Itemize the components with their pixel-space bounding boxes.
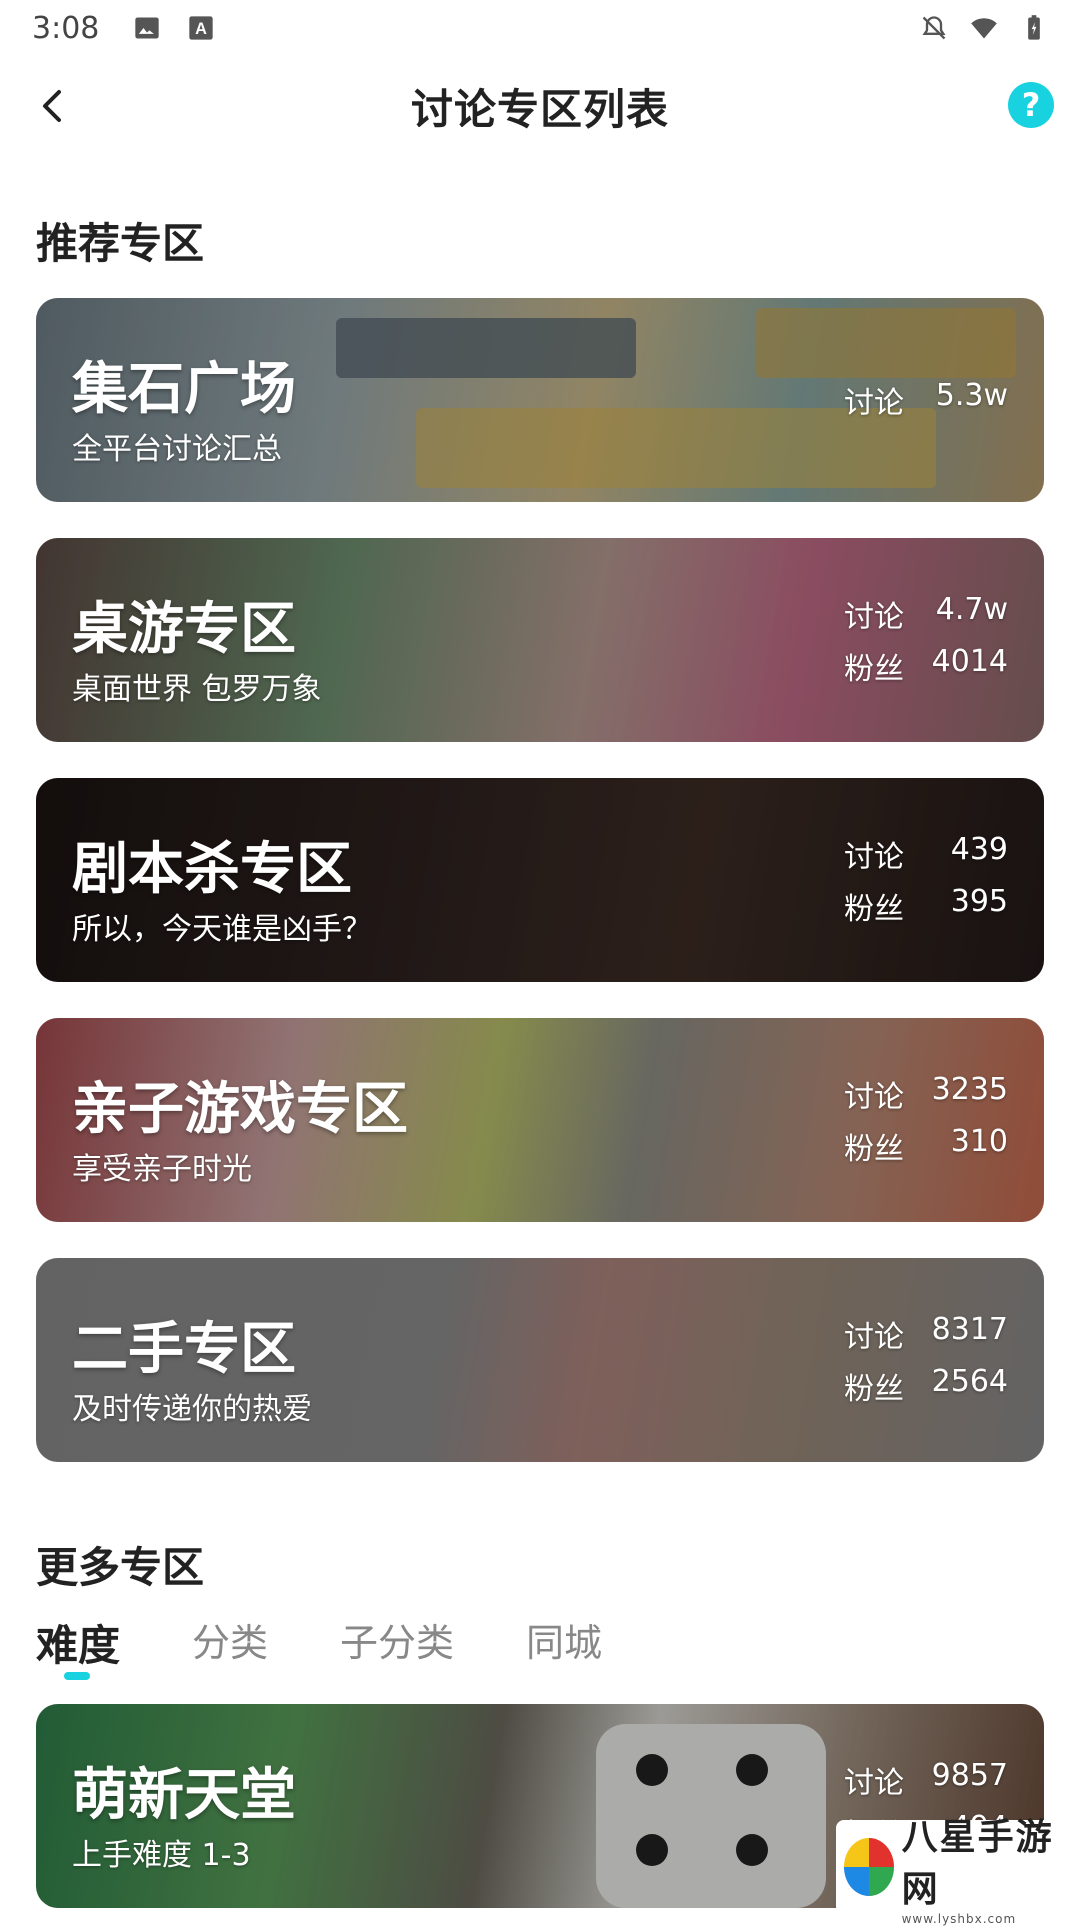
zone-card-murder-mystery[interactable]: 剧本杀专区 所以，今天谁是凶手？ 讨论 439 粉丝 395 [36,778,1044,982]
card-stats: 讨论 5.3w [844,298,1008,502]
zone-card-family-games[interactable]: 亲子游戏专区 享受亲子时光 讨论 3235 粉丝 310 [36,1018,1044,1222]
font-icon: A [187,14,215,42]
card-subtitle: 及时传递你的热爱 [72,1384,312,1428]
stat-discussions: 讨论 8317 [844,1312,1008,1356]
zone-card-second-hand[interactable]: 二手专区 及时传递你的热爱 讨论 8317 粉丝 2564 [36,1258,1044,1462]
section-title-recommended: 推荐专区 [36,210,204,271]
card-subtitle: 所以，今天谁是凶手？ [72,904,372,948]
battery-icon [1020,14,1048,42]
help-button[interactable]: ? [1008,82,1054,128]
help-icon: ? [1022,86,1041,124]
section-title-more: 更多专区 [36,1534,204,1595]
card-title: 集石广场 [72,344,296,425]
stat-discussions: 讨论 4.7w [844,592,1008,636]
zone-card-jishi-square[interactable]: 集石广场 全平台讨论汇总 讨论 5.3w [36,298,1044,502]
watermark-url: www.lyshbx.com [902,1912,1064,1926]
watermark-logo-icon [844,1838,894,1896]
card-stats: 讨论 439 粉丝 395 [844,778,1008,982]
stat-discussions: 讨论 5.3w [844,378,1008,422]
tab-subcategory[interactable]: 子分类 [340,1612,454,1667]
wifi-icon [970,14,998,42]
watermark: 八星手游网 www.lyshbx.com [836,1820,1072,1914]
card-stats: 讨论 8317 粉丝 2564 [844,1258,1008,1462]
zone-card-board-games[interactable]: 桌游专区 桌面世界 包罗万象 讨论 4.7w 粉丝 4014 [36,538,1044,742]
status-time: 3:08 [32,11,99,46]
tab-same-city[interactable]: 同城 [526,1612,602,1667]
stat-discussions: 讨论 439 [844,832,1008,876]
card-title: 桌游专区 [72,584,296,665]
card-stats: 讨论 4.7w 粉丝 4014 [844,538,1008,742]
card-subtitle: 全平台讨论汇总 [72,424,282,468]
more-zones-tabs: 难度 分类 子分类 同城 [36,1612,674,1673]
image-icon [133,14,161,42]
svg-text:A: A [195,20,207,38]
bell-off-icon [920,14,948,42]
stat-discussions: 讨论 3235 [844,1072,1008,1116]
app-bar: 讨论专区列表 ? [0,56,1080,156]
back-button[interactable] [30,84,74,128]
watermark-title: 八星手游网 [902,1808,1064,1912]
card-subtitle: 桌面世界 包罗万象 [72,664,322,708]
page-title: 讨论专区列表 [411,76,669,137]
tab-difficulty[interactable]: 难度 [36,1612,120,1673]
stat-followers: 粉丝 395 [844,884,1008,928]
card-title: 二手专区 [72,1304,296,1385]
tab-category[interactable]: 分类 [192,1612,268,1667]
card-title: 剧本杀专区 [72,824,352,905]
card-subtitle: 上手难度 1-3 [72,1830,251,1874]
card-title: 萌新天堂 [72,1750,296,1831]
tab-active-indicator [64,1672,90,1680]
chevron-left-icon [37,88,67,124]
stat-followers: 粉丝 4014 [844,644,1008,688]
status-bar: 3:08 A [0,0,1080,56]
card-title: 亲子游戏专区 [72,1064,408,1145]
stat-followers: 粉丝 310 [844,1124,1008,1168]
stat-followers: 粉丝 2564 [844,1364,1008,1408]
card-stats: 讨论 3235 粉丝 310 [844,1018,1008,1222]
card-subtitle: 享受亲子时光 [72,1144,252,1188]
stat-discussions: 讨论 9857 [844,1758,1008,1802]
